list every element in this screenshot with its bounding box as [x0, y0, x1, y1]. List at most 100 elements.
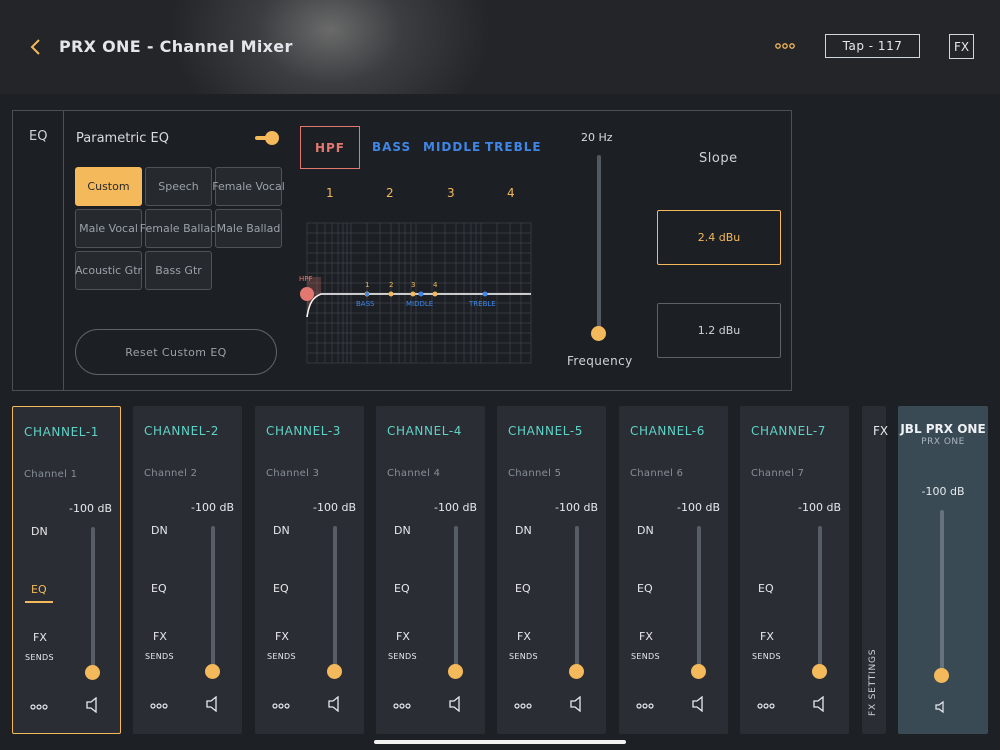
parametric-eq-toggle[interactable]	[255, 131, 279, 145]
channel-level: -100 dB	[69, 502, 112, 515]
graph-point-1-label: 1	[365, 281, 369, 289]
speaker-icon[interactable]	[328, 696, 342, 712]
channel-fader-knob[interactable]	[569, 664, 584, 679]
channel-fader-knob[interactable]	[327, 664, 342, 679]
fx-sends-button[interactable]: FX	[33, 631, 47, 644]
fx-sends-button[interactable]: FX	[639, 630, 653, 643]
fx-settings-label[interactable]: FX SETTINGS	[868, 649, 878, 716]
dn-button[interactable]: DN	[394, 524, 411, 537]
channel-strip[interactable]: CHANNEL-3 Channel 3 -100 dB DN EQ FX SENDS	[255, 406, 364, 734]
preset-bass-gtr[interactable]: Bass Gtr	[145, 251, 212, 290]
channel-strip[interactable]: CHANNEL-2 Channel 2 -100 dB DN EQ FX SENDS	[133, 406, 242, 734]
preset-male-ballad[interactable]: Male Ballad	[215, 209, 282, 248]
master-level: -100 dB	[921, 485, 965, 498]
master-fader-knob[interactable]	[934, 668, 949, 683]
master-fader-track[interactable]	[940, 510, 944, 678]
eq-response-graph[interactable]: HPF 1 2 3 4 BASS MIDDLE TREBLE	[295, 217, 535, 375]
channel-fader-knob[interactable]	[448, 664, 463, 679]
channel-fader-track[interactable]	[333, 526, 337, 674]
frequency-slider-track[interactable]	[597, 155, 601, 333]
channel-name[interactable]: CHANNEL-7	[751, 424, 826, 438]
channel-level: -100 dB	[434, 501, 477, 514]
channel-strip[interactable]: CHANNEL-5 Channel 5 -100 dB DN EQ FX SENDS	[497, 406, 606, 734]
fx-sends-button[interactable]: FX	[760, 630, 774, 643]
tab-middle[interactable]: MIDDLE	[423, 140, 481, 154]
channel-fader-track[interactable]	[575, 526, 579, 674]
more-options-icon[interactable]	[514, 700, 532, 712]
fx-sends-button[interactable]: FX	[517, 630, 531, 643]
eq-button[interactable]: EQ	[273, 582, 289, 595]
channel-fader-track[interactable]	[211, 526, 215, 674]
channel-subtitle: Channel 6	[630, 468, 684, 479]
more-options-icon[interactable]	[150, 700, 168, 712]
dn-button[interactable]: DN	[515, 524, 532, 537]
eq-button[interactable]: EQ	[515, 582, 531, 595]
reset-custom-eq-button[interactable]: Reset Custom EQ	[75, 329, 277, 375]
preset-acoustic-gtr[interactable]: Acoustic Gtr	[75, 251, 142, 290]
eq-button[interactable]: EQ	[31, 583, 47, 596]
eq-button[interactable]: EQ	[637, 582, 653, 595]
channel-fader-track[interactable]	[697, 526, 701, 674]
fx-button[interactable]: FX	[949, 34, 974, 59]
more-options-icon[interactable]	[30, 701, 48, 713]
speaker-icon[interactable]	[206, 696, 220, 712]
channel-name[interactable]: CHANNEL-4	[387, 424, 462, 438]
preset-female-vocal[interactable]: Female Vocal	[212, 167, 285, 206]
channel-fader-track[interactable]	[818, 526, 822, 674]
channel-fader-knob[interactable]	[205, 664, 220, 679]
frequency-slider-knob[interactable]	[591, 326, 606, 341]
eq-button[interactable]: EQ	[394, 582, 410, 595]
speaker-icon[interactable]	[813, 696, 827, 712]
more-options-icon[interactable]	[757, 700, 775, 712]
channel-subtitle: Channel 1	[24, 469, 78, 480]
channel-name[interactable]: CHANNEL-6	[630, 424, 705, 438]
more-options-icon[interactable]	[774, 38, 796, 54]
channel-fader-knob[interactable]	[85, 665, 100, 680]
speaker-icon[interactable]	[935, 700, 947, 714]
channel-name[interactable]: CHANNEL-5	[508, 424, 583, 438]
slope-option-2-4[interactable]: 2.4 dBu	[657, 210, 781, 265]
dn-button[interactable]: DN	[637, 524, 654, 537]
fx-sends-button[interactable]: FX	[153, 630, 167, 643]
back-chevron-icon[interactable]	[28, 36, 44, 58]
speaker-icon[interactable]	[570, 696, 584, 712]
tab-treble[interactable]: TREBLE	[485, 140, 542, 154]
dn-button[interactable]: DN	[31, 525, 48, 538]
speaker-icon[interactable]	[692, 696, 706, 712]
fx-sends-button[interactable]: FX	[275, 630, 289, 643]
eq-button[interactable]: EQ	[758, 582, 774, 595]
channel-fader-knob[interactable]	[812, 664, 827, 679]
fx-sends-button[interactable]: FX	[396, 630, 410, 643]
eq-side-tab[interactable]: EQ	[13, 111, 64, 390]
channel-strip[interactable]: CHANNEL-1 Channel 1 -100 dB DN EQ FX SENDS	[12, 406, 121, 734]
speaker-icon[interactable]	[449, 696, 463, 712]
slope-option-1-2[interactable]: 1.2 dBu	[657, 303, 781, 358]
channel-fader-knob[interactable]	[691, 664, 706, 679]
dn-button[interactable]: DN	[151, 524, 168, 537]
preset-custom[interactable]: Custom	[75, 167, 142, 206]
channel-level: -100 dB	[313, 501, 356, 514]
more-options-icon[interactable]	[636, 700, 654, 712]
channel-name[interactable]: CHANNEL-3	[266, 424, 341, 438]
page-title: PRX ONE - Channel Mixer	[59, 37, 293, 56]
channel-strip[interactable]: CHANNEL-6 Channel 6 -100 dB DN EQ FX SENDS	[619, 406, 728, 734]
channel-fader-track[interactable]	[454, 526, 458, 674]
tab-hpf[interactable]: HPF	[300, 126, 360, 169]
channel-name[interactable]: CHANNEL-1	[24, 425, 99, 439]
eq-button[interactable]: EQ	[151, 582, 167, 595]
channel-strip[interactable]: CHANNEL-4 Channel 4 -100 dB DN EQ FX SENDS	[376, 406, 485, 734]
dn-button[interactable]: DN	[273, 524, 290, 537]
speaker-icon[interactable]	[86, 697, 100, 713]
preset-female-ballad[interactable]: Female Ballad	[140, 209, 217, 248]
preset-speech[interactable]: Speech	[145, 167, 212, 206]
fx-strip[interactable]: FX FX SETTINGS	[862, 406, 888, 734]
channel-name[interactable]: CHANNEL-2	[144, 424, 219, 438]
band-number-3: 3	[447, 186, 455, 200]
more-options-icon[interactable]	[272, 700, 290, 712]
channel-strip[interactable]: CHANNEL-7 Channel 7 -100 dB EQ FX SENDS	[740, 406, 849, 734]
preset-male-vocal[interactable]: Male Vocal	[75, 209, 142, 248]
tap-tempo-button[interactable]: Tap - 117	[825, 34, 920, 58]
channel-fader-track[interactable]	[91, 527, 95, 675]
tab-bass[interactable]: BASS	[372, 140, 411, 154]
more-options-icon[interactable]	[393, 700, 411, 712]
